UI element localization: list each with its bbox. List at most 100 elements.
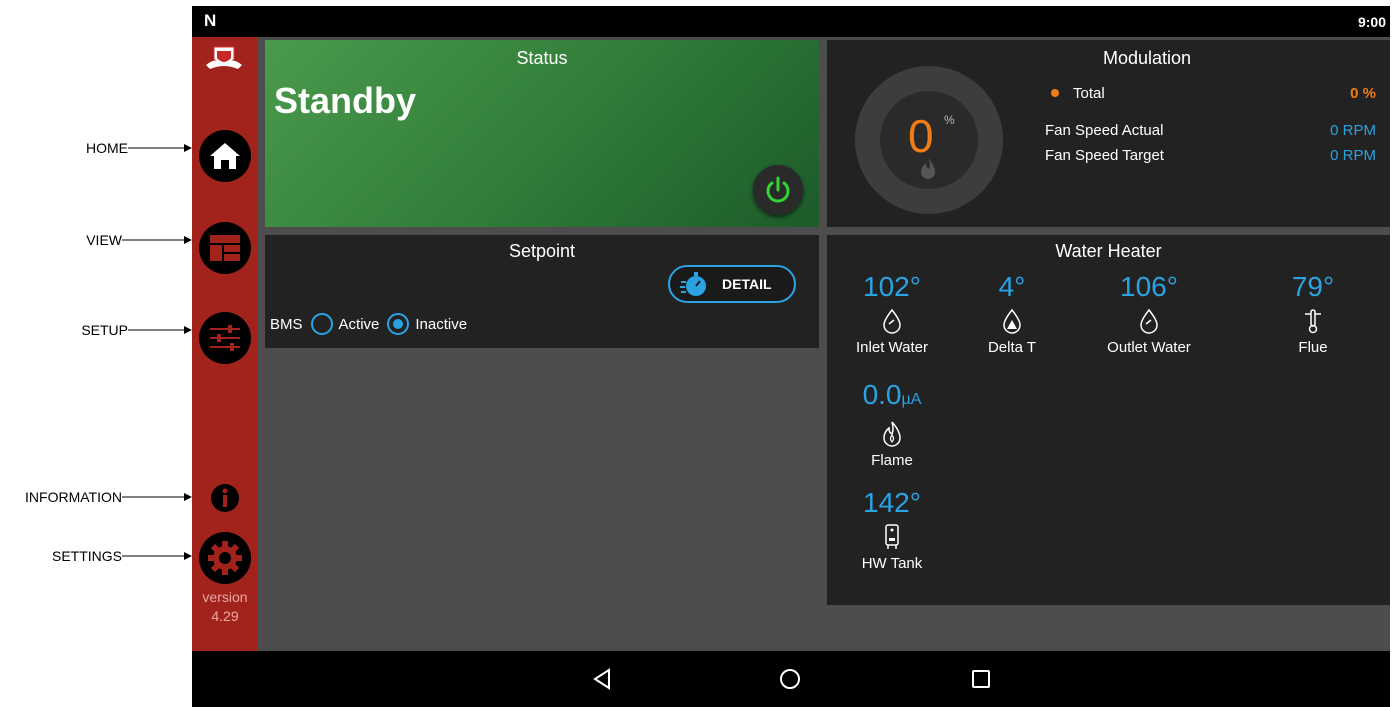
gauge-unit: % (944, 113, 955, 127)
outlet-water-value: 106° (1120, 271, 1178, 302)
hw-tank-value: 142° (863, 487, 921, 518)
callout-information-label: INFORMATION (25, 489, 122, 505)
delta-t-sensor: 4° Delta T (947, 271, 1077, 356)
clock: 9:00 (1357, 14, 1386, 30)
information-button[interactable] (211, 484, 239, 512)
delta-t-value: 4° (998, 271, 1026, 302)
status-value: Standby (274, 80, 417, 121)
home-nav-button[interactable] (776, 665, 804, 693)
recents-button[interactable] (967, 665, 995, 693)
fan-speed-target-label: Fan Speed Target (1045, 147, 1164, 164)
radio-selected-dot (393, 319, 404, 329)
callout-information: INFORMATION (0, 487, 192, 507)
water-drop-icon (883, 308, 901, 334)
android-status-bar: N 9:00 (192, 6, 1390, 37)
gear-icon (208, 541, 242, 575)
modulation-title: Modulation (1102, 48, 1192, 68)
total-label: Total (1073, 85, 1105, 102)
flame-sensor: 0.0µA Flame (827, 379, 957, 469)
outlet-water-sensor: 106° Outlet Water (1084, 271, 1214, 356)
water-heater-panel: Water Heater 102° Inlet Water 4° Delta T… (827, 235, 1390, 605)
outlet-water-label: Outlet Water (1107, 339, 1191, 356)
settings-button[interactable] (199, 532, 251, 584)
detail-label: DETAIL (722, 276, 772, 292)
callout-arrow (128, 144, 192, 152)
recents-square-icon (972, 670, 990, 688)
flame-icon (883, 421, 901, 447)
callout-setup: SETUP (0, 320, 192, 340)
delta-t-label: Delta T (987, 339, 1037, 356)
total-dot-icon (1051, 89, 1059, 97)
inlet-water-sensor: 102° Inlet Water (827, 271, 957, 356)
callout-arrow (122, 552, 192, 560)
setpoint-panel: Setpoint DETAIL BMS Active Inactive (265, 235, 819, 348)
bms-inactive-radio[interactable] (387, 313, 410, 335)
flue-label: Flue (1298, 339, 1328, 356)
hw-tank-label: HW Tank (861, 555, 923, 572)
callout-view-label: VIEW (86, 232, 122, 248)
thermometer-icon (1305, 309, 1321, 334)
fan-speed-target-value: 0 RPM (1330, 147, 1376, 164)
view-button[interactable] (199, 222, 251, 274)
total-value: 0 % (1350, 85, 1376, 102)
inlet-water-label: Inlet Water (856, 339, 928, 356)
flame-unit: µA (901, 391, 922, 408)
app-screen: version 4.29 Status Standby Setpoint DET… (192, 37, 1390, 651)
bms-active-label: Active (338, 315, 380, 333)
fan-speed-actual-value: 0 RPM (1330, 122, 1376, 139)
water-drop-icon (1140, 308, 1158, 334)
flame-label: Flame (871, 452, 913, 469)
power-icon (766, 176, 790, 203)
back-triangle-icon (593, 668, 610, 690)
stopwatch-icon (680, 272, 706, 296)
hw-tank-sensor: 142° HW Tank (827, 487, 957, 572)
bms-row: BMS Active Inactive (270, 313, 467, 335)
modulation-gauge: 0 % (855, 66, 1003, 214)
power-button[interactable] (753, 165, 803, 215)
modulation-panel: Modulation 0 % Total 0 % Fan Speed Actua… (827, 40, 1390, 227)
sidebar: version 4.29 (192, 37, 258, 651)
callout-home-label: HOME (86, 140, 128, 156)
brand-logo-icon (206, 46, 242, 69)
home-icon (210, 143, 240, 169)
gauge-center: 0 % (880, 91, 978, 189)
flame-value: 0.0 (862, 379, 902, 410)
callout-arrow (122, 236, 192, 244)
bms-label: BMS (270, 315, 303, 333)
flue-value: 79° (1291, 271, 1335, 302)
status-title: Status (516, 48, 568, 68)
setup-button[interactable] (199, 312, 251, 364)
bms-inactive-label: Inactive (415, 315, 468, 333)
delta-drop-icon (1003, 308, 1021, 334)
notification-logo-icon: N (204, 11, 217, 30)
callout-settings-label: SETTINGS (51, 548, 122, 564)
flame-icon (921, 158, 935, 179)
callout-view: VIEW (0, 230, 192, 250)
info-icon (222, 488, 228, 507)
water-tank-icon (885, 524, 899, 549)
bms-active-radio[interactable] (310, 313, 333, 335)
detail-button[interactable]: DETAIL (668, 265, 796, 303)
setpoint-title: Setpoint (508, 241, 576, 261)
callout-settings: SETTINGS (0, 546, 192, 566)
sliders-icon (210, 325, 240, 351)
fan-speed-actual-label: Fan Speed Actual (1045, 122, 1164, 139)
callout-arrow (128, 326, 192, 334)
dashboard-icon (210, 235, 240, 261)
flue-sensor: 79° Flue (1248, 271, 1378, 356)
callout-home: HOME (0, 138, 192, 158)
version-label: version (202, 589, 248, 605)
callout-arrow (122, 493, 192, 501)
version-number: 4.29 (211, 608, 239, 624)
android-nav-bar (192, 651, 1390, 707)
device-frame: N 9:00 version 4.29 Status Standby Setpo… (192, 6, 1390, 707)
water-heater-title: Water Heater (1055, 241, 1162, 261)
flame-value-wrap: 0.0µA (827, 379, 957, 416)
status-panel: Status Standby (265, 40, 819, 227)
home-button[interactable] (199, 130, 251, 182)
inlet-water-value: 102° (863, 271, 921, 302)
gauge-value: 0 (908, 110, 934, 162)
back-button[interactable] (588, 665, 616, 693)
callout-setup-label: SETUP (81, 322, 128, 338)
home-circle-icon (780, 669, 800, 689)
